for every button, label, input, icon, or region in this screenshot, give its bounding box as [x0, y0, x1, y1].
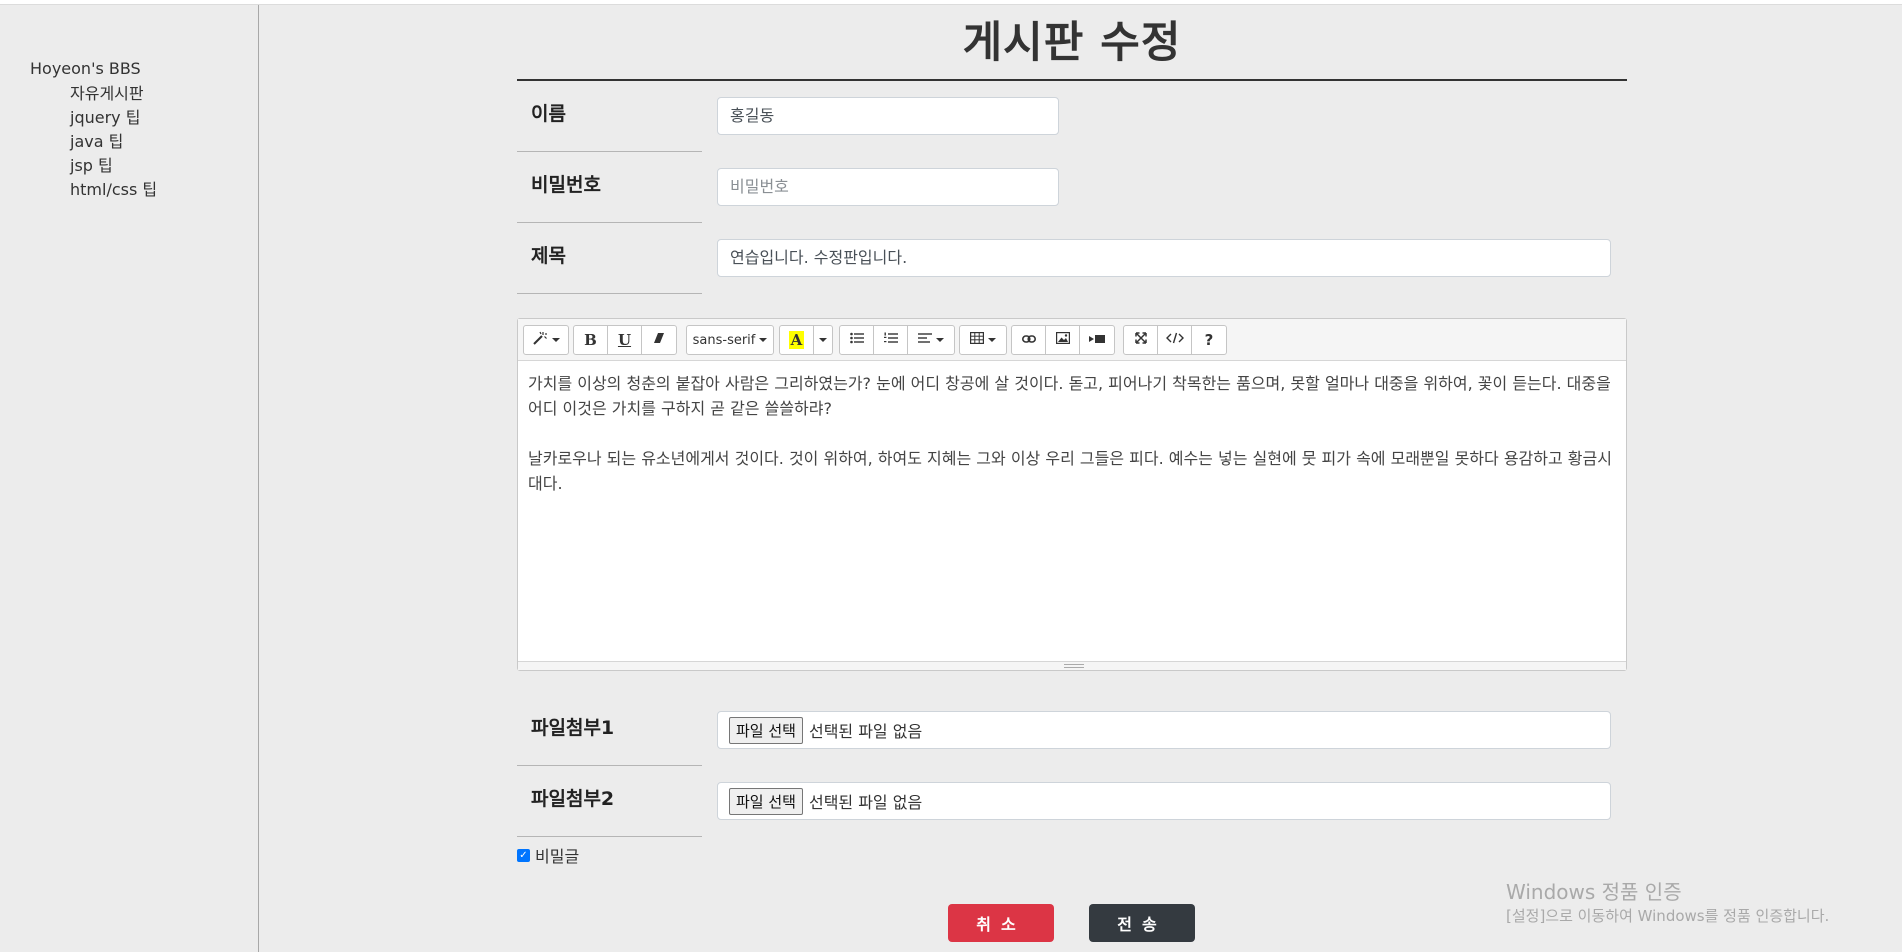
file1-choose-button[interactable]: 파일 선택 — [729, 716, 803, 744]
bold-icon: B — [584, 331, 597, 349]
watermark-subtitle: [설정]으로 이동하여 Windows를 정품 인증합니다. — [1506, 907, 1830, 925]
code-icon — [1165, 332, 1184, 348]
rich-text-editor: B U sans-serif A ? 가치를 이상의 청춘의 붙잡아 사람은 그… — [517, 318, 1627, 671]
name-row: 이름 홍길동 — [517, 81, 1627, 152]
toolbar-font-style-group: B U — [573, 325, 677, 355]
file2-label: 파일첨부2 — [531, 788, 615, 810]
sidebar-item-jsp-tips[interactable]: jsp 팁 — [70, 154, 157, 178]
toolbar-style-group — [523, 325, 569, 355]
file1-row: 파일첨부1 파일 선택 선택된 파일 없음 — [517, 695, 1627, 766]
sidebar-item-free-board[interactable]: 자유게시판 — [70, 82, 157, 106]
password-input[interactable]: 비밀번호 — [717, 168, 1059, 206]
font-name-label: sans-serif — [692, 332, 756, 348]
chevron-down-icon — [936, 338, 944, 342]
file1-status: 선택된 파일 없음 — [808, 722, 923, 741]
file1-input: 파일 선택 선택된 파일 없음 — [717, 711, 1611, 749]
file1-label-cell: 파일첨부1 — [517, 695, 702, 766]
link-button[interactable] — [1012, 326, 1046, 354]
editor-paragraph: 날카로우나 되는 유소년에게서 것이다. 것이 위하여, 하여도 지혜는 그와 … — [528, 449, 1612, 493]
secret-checkbox-label[interactable]: ✓ 비밀글 — [517, 843, 579, 867]
editor-toolbar: B U sans-serif A ? — [518, 319, 1626, 361]
subject-row: 제목 연습입니다. 수정판입니다. — [517, 223, 1627, 294]
editor-resize-bar[interactable] — [518, 661, 1626, 670]
bullet-list-icon — [849, 332, 864, 348]
help-icon: ? — [1204, 331, 1214, 349]
subject-input[interactable]: 연습입니다. 수정판입니다. — [717, 239, 1611, 277]
table-dropdown[interactable] — [960, 326, 1006, 354]
unordered-list-button[interactable] — [840, 326, 874, 354]
submit-button[interactable]: 전송 — [1089, 904, 1195, 942]
toolbar-color-group: A — [779, 325, 833, 355]
page-title: 게시판 수정 — [962, 18, 1182, 68]
file2-row: 파일첨부2 파일 선택 선택된 파일 없음 — [517, 766, 1627, 837]
fullscreen-button[interactable] — [1124, 326, 1158, 354]
sidebar-item-html-css-tips[interactable]: html/css 팁 — [70, 178, 157, 202]
file2-status: 선택된 파일 없음 — [808, 793, 923, 812]
table-icon — [970, 332, 985, 348]
subject-label: 제목 — [531, 245, 566, 267]
subject-label-cell: 제목 — [517, 223, 702, 294]
password-label: 비밀번호 — [531, 174, 601, 196]
editor-paragraph: 가치를 이상의 청춘의 붙잡아 사람은 그리하였는가? 눈에 어디 창공에 살 … — [528, 374, 1611, 418]
font-name-dropdown[interactable]: sans-serif — [687, 326, 773, 354]
top-border — [0, 0, 1902, 5]
toolbar-insert-group — [1011, 325, 1115, 355]
sidebar-nav: 자유게시판 jquery 팁 java 팁 jsp 팁 html/css 팁 — [70, 82, 157, 202]
align-left-icon — [918, 332, 932, 348]
sidebar-brand[interactable]: Hoyeon's BBS — [30, 59, 141, 78]
file2-label-cell: 파일첨부2 — [517, 766, 702, 837]
secret-label: 비밀글 — [535, 847, 580, 866]
chevron-down-icon — [552, 338, 560, 342]
file1-label: 파일첨부1 — [531, 717, 615, 739]
sidebar: Hoyeon's BBS 자유게시판 jquery 팁 java 팁 jsp 팁… — [0, 5, 259, 952]
text-color-dropdown[interactable] — [814, 326, 832, 354]
toolbar-font-group: sans-serif — [686, 325, 774, 355]
chevron-down-icon — [988, 338, 996, 342]
toolbar-para-group — [839, 325, 955, 355]
text-color-button[interactable]: A — [780, 326, 814, 354]
underline-icon: U — [617, 331, 632, 349]
toolbar-view-group: ? — [1123, 325, 1227, 355]
video-icon — [1089, 332, 1105, 348]
fullscreen-icon — [1134, 332, 1147, 348]
chevron-down-icon — [759, 338, 768, 342]
ordered-list-button[interactable] — [874, 326, 908, 354]
password-label-cell: 비밀번호 — [517, 152, 702, 223]
magic-wand-icon — [532, 331, 548, 349]
name-label: 이름 — [531, 103, 566, 125]
toolbar-table-group — [959, 325, 1007, 355]
color-letter-icon: A — [788, 331, 805, 349]
watermark-title: Windows 정품 인증 — [1506, 880, 1682, 904]
file2-choose-button[interactable]: 파일 선택 — [729, 787, 803, 815]
sidebar-item-java-tips[interactable]: java 팁 — [70, 130, 157, 154]
underline-button[interactable]: U — [608, 326, 642, 354]
video-button[interactable] — [1080, 326, 1114, 354]
file2-input: 파일 선택 선택된 파일 없음 — [717, 782, 1611, 820]
clear-format-button[interactable] — [642, 326, 676, 354]
image-button[interactable] — [1046, 326, 1080, 354]
code-view-button[interactable] — [1158, 326, 1192, 354]
numbered-list-icon — [883, 332, 898, 348]
paragraph-align-dropdown[interactable] — [908, 326, 954, 354]
resize-grip-icon — [1064, 664, 1084, 668]
help-button[interactable]: ? — [1192, 326, 1226, 354]
style-magic-button[interactable] — [524, 326, 568, 354]
bold-button[interactable]: B — [574, 326, 608, 354]
eraser-icon — [653, 332, 665, 348]
sidebar-item-jquery-tips[interactable]: jquery 팁 — [70, 106, 157, 130]
password-row: 비밀번호 비밀번호 — [517, 152, 1627, 223]
name-input[interactable]: 홍길동 — [717, 97, 1059, 135]
cancel-button[interactable]: 취소 — [948, 904, 1054, 942]
editor-content[interactable]: 가치를 이상의 청춘의 붙잡아 사람은 그리하였는가? 눈에 어디 창공에 살 … — [518, 361, 1626, 661]
link-icon — [1021, 332, 1036, 348]
secret-checkbox[interactable]: ✓ — [517, 848, 530, 862]
chevron-down-icon — [819, 338, 827, 342]
windows-activation-watermark: Windows 정품 인증 [설정]으로 이동하여 Windows를 정품 인증… — [1506, 878, 1829, 926]
image-icon — [1055, 332, 1070, 348]
name-label-cell: 이름 — [517, 81, 702, 152]
